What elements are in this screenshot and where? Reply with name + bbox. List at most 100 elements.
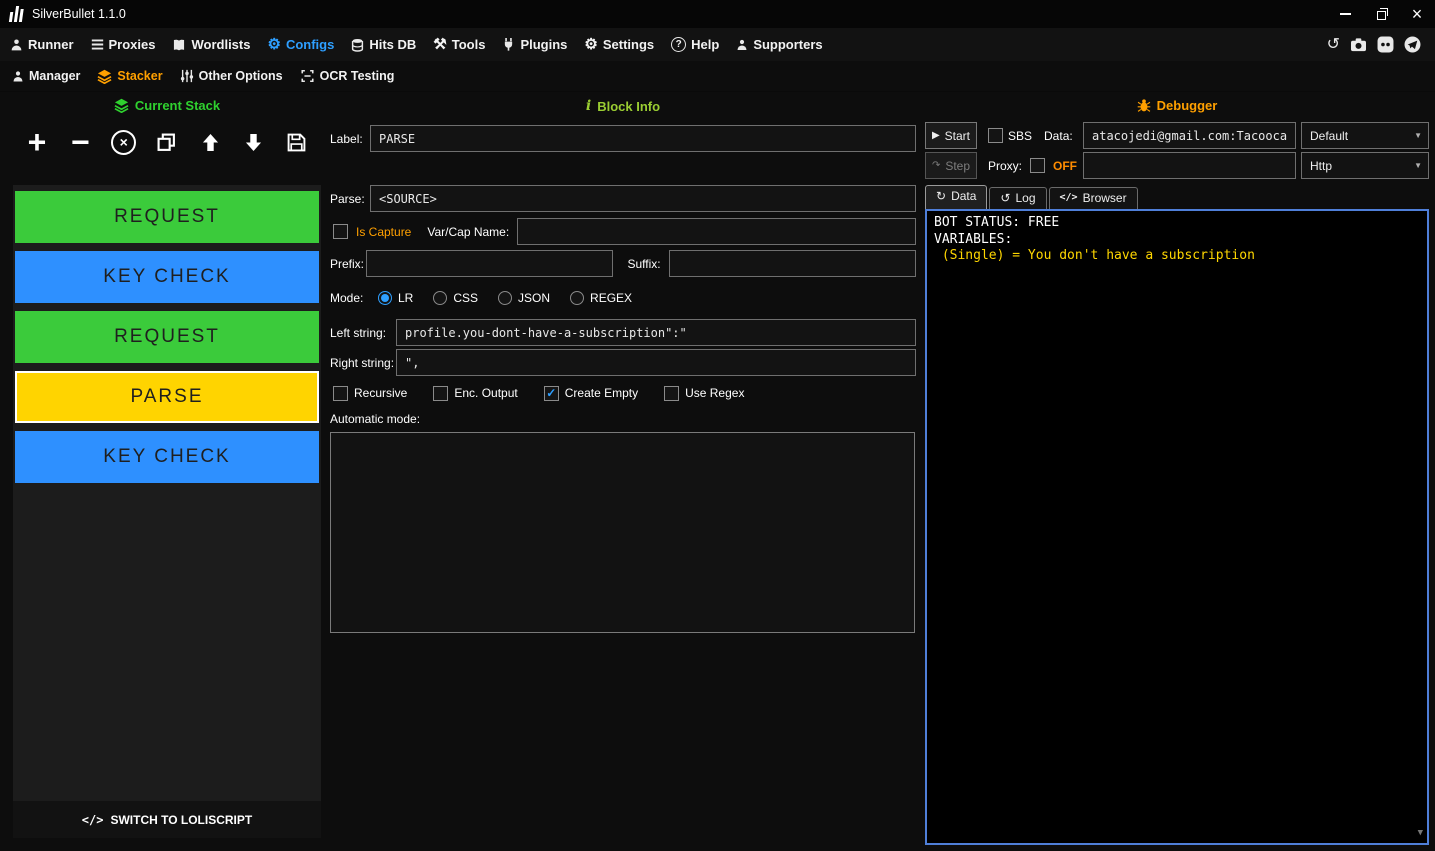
mode-option-label: CSS — [453, 291, 478, 305]
submenu-item-label: OCR Testing — [320, 69, 395, 83]
menu-item-wordlists[interactable]: Wordlists — [172, 37, 250, 52]
telegram-icon[interactable] — [1404, 36, 1421, 53]
submenu-item-other-options[interactable]: Other Options — [180, 69, 283, 83]
screenshot-camera-icon[interactable] — [1350, 37, 1367, 52]
menu-item-proxies[interactable]: Proxies — [91, 37, 156, 52]
clear-stack-button[interactable]: × — [109, 124, 139, 160]
arrow-down-icon — [245, 133, 262, 152]
recursive-checkbox[interactable] — [333, 386, 348, 401]
minimize-button[interactable] — [1327, 0, 1363, 28]
add-block-button[interactable]: + — [22, 124, 52, 160]
menu-item-label: Supporters — [753, 37, 822, 52]
use-regex-checkbox[interactable] — [664, 386, 679, 401]
prefix-input[interactable] — [366, 250, 613, 277]
tab-data[interactable]: ↻ Data — [925, 185, 987, 209]
debugger-tabs: ↻ Data ↺ Log </> Browser — [925, 186, 1138, 209]
debugger-row-1: ▶ Start SBS Data: Default ▼ — [925, 122, 1429, 149]
wordlist-type-combobox[interactable]: Default ▼ — [1301, 122, 1429, 149]
create-empty-checkbox[interactable]: ✓ — [544, 386, 559, 401]
close-button[interactable]: × — [1399, 0, 1435, 28]
mode-option-css[interactable]: CSS — [433, 291, 478, 305]
clone-block-button[interactable] — [152, 124, 182, 160]
menu-item-runner[interactable]: Runner — [10, 37, 74, 52]
mode-option-lr[interactable]: LR — [378, 291, 413, 305]
stack-block-parse-selected[interactable]: PARSE — [15, 371, 319, 423]
stack-layers-icon — [114, 98, 129, 113]
move-down-button[interactable] — [239, 124, 269, 160]
step-button[interactable]: ↷ Step — [925, 152, 977, 179]
menu-item-help[interactable]: ? Help — [671, 37, 719, 52]
var-cap-name-input[interactable] — [517, 218, 916, 245]
discord-icon[interactable] — [1377, 36, 1394, 53]
save-config-button[interactable] — [282, 124, 312, 160]
mode-option-json[interactable]: JSON — [498, 291, 550, 305]
enc-output-checkbox[interactable] — [433, 386, 448, 401]
menu-item-settings[interactable]: ⚙ Settings — [584, 37, 654, 52]
history-icon[interactable]: ↺ — [1327, 37, 1340, 53]
automatic-mode-label: Automatic mode: — [330, 412, 420, 426]
submenu-item-label: Manager — [29, 69, 80, 83]
code-tag-icon: </> — [1060, 193, 1078, 203]
create-empty-option[interactable]: ✓ Create Empty — [544, 386, 638, 401]
menu-item-tools[interactable]: ⚒ Tools — [433, 37, 485, 52]
automatic-mode-textarea[interactable] — [330, 432, 915, 633]
menu-item-configs[interactable]: ⚙ Configs — [267, 37, 334, 52]
is-capture-checkbox[interactable] — [333, 224, 348, 239]
start-button-label: Start — [945, 129, 970, 143]
parse-field-label: Parse: — [330, 192, 370, 206]
start-button[interactable]: ▶ Start — [925, 122, 977, 149]
submenu-item-manager[interactable]: Manager — [12, 69, 80, 83]
parse-source-input[interactable] — [370, 185, 916, 212]
stack-block-keycheck-1[interactable]: KEY CHECK — [15, 251, 319, 303]
tab-label: Data — [951, 189, 976, 203]
proxy-checkbox[interactable] — [1030, 158, 1045, 173]
menu-item-hits-db[interactable]: Hits DB — [351, 37, 416, 52]
menu-item-plugins[interactable]: Plugins — [502, 37, 567, 52]
stack-block-request-1[interactable]: REQUEST — [15, 191, 319, 243]
right-string-input[interactable] — [396, 349, 916, 376]
prefix-suffix-row: Prefix: Suffix: — [330, 250, 916, 277]
proxy-input[interactable] — [1083, 152, 1296, 179]
debugger-row-2: ↷ Step Proxy: OFF Http ▼ — [925, 152, 1429, 179]
label-input[interactable] — [370, 125, 916, 152]
debugger-console[interactable]: BOT STATUS: FREE VARIABLES: (Single) = Y… — [925, 209, 1429, 845]
plug-icon — [502, 37, 515, 52]
tab-log[interactable]: ↺ Log — [989, 187, 1046, 209]
switch-to-loliscript-button[interactable]: </> SWITCH TO LOLISCRIPT — [13, 801, 321, 838]
left-string-input[interactable] — [396, 319, 916, 346]
is-capture-label: Is Capture — [356, 225, 411, 239]
configs-sub-menu: Manager Stacker Other Options OCR Testin… — [0, 61, 1435, 92]
tab-browser[interactable]: </> Browser — [1049, 187, 1138, 209]
submenu-item-label: Stacker — [117, 69, 162, 83]
radio-regex[interactable] — [570, 291, 584, 305]
database-icon — [351, 38, 364, 52]
restore-button[interactable] — [1363, 0, 1399, 28]
use-regex-option[interactable]: Use Regex — [664, 386, 744, 401]
stack-block-request-2[interactable]: REQUEST — [15, 311, 319, 363]
move-up-button[interactable] — [195, 124, 225, 160]
proxies-icon — [91, 38, 104, 51]
current-stack-title: Current Stack — [135, 98, 220, 113]
radio-lr[interactable] — [378, 291, 392, 305]
camera-icon — [1350, 37, 1367, 52]
mode-option-regex[interactable]: REGEX — [570, 291, 632, 305]
radio-json[interactable] — [498, 291, 512, 305]
code-icon: </> — [82, 813, 104, 827]
scrollbar-down-arrow-icon[interactable]: ▼ — [1418, 825, 1423, 842]
window-controls: × — [1327, 0, 1435, 28]
suffix-input[interactable] — [669, 250, 916, 277]
enc-output-option[interactable]: Enc. Output — [433, 386, 517, 401]
window-title: SilverBullet 1.1.0 — [32, 7, 126, 21]
remove-block-button[interactable]: − — [65, 124, 95, 160]
recursive-option[interactable]: Recursive — [333, 386, 407, 401]
submenu-item-ocr-testing[interactable]: OCR Testing — [300, 69, 395, 83]
radio-css[interactable] — [433, 291, 447, 305]
debug-data-input[interactable] — [1083, 122, 1296, 149]
stack-block-keycheck-2[interactable]: KEY CHECK — [15, 431, 319, 483]
submenu-item-stacker[interactable]: Stacker — [97, 69, 162, 84]
menu-item-supporters[interactable]: Supporters — [736, 37, 822, 52]
sbs-checkbox[interactable] — [988, 128, 1003, 143]
proxy-type-combobox[interactable]: Http ▼ — [1301, 152, 1429, 179]
block-info-panel: i Block Info Label: Parse: Is Capture Va… — [330, 96, 916, 838]
supporters-icon — [736, 38, 748, 52]
